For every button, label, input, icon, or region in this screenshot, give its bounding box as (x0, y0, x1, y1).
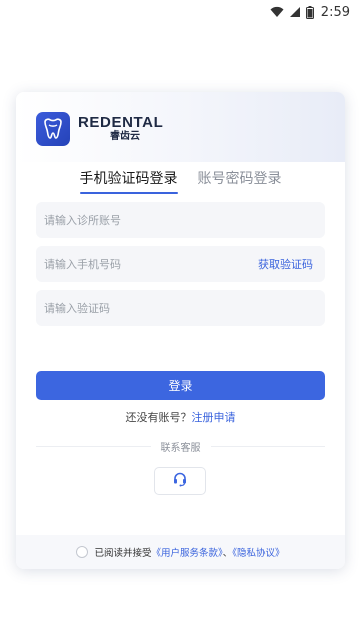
code-input[interactable] (44, 301, 224, 315)
agreement-bar: 已阅读并接受《用户服务条款》、《隐私协议》 (16, 535, 345, 569)
agreement-separator: 、 (222, 548, 233, 559)
battery-icon (305, 5, 314, 19)
login-tabs: 手机验证码登录 账号密码登录 (16, 168, 345, 194)
register-link[interactable]: 注册申请 (192, 411, 236, 424)
tooth-logo-icon (36, 112, 70, 146)
login-button[interactable]: 登录 (36, 371, 325, 400)
headset-icon (172, 471, 188, 491)
agreement-checkbox[interactable] (76, 546, 89, 558)
phone-field[interactable]: 获取验证码 (36, 246, 325, 282)
get-code-button[interactable]: 获取验证码 (258, 256, 313, 272)
phone-input[interactable] (44, 257, 224, 271)
agreement-prefix: 已阅读并接受 (94, 548, 152, 559)
tab-password-login[interactable]: 账号密码登录 (198, 168, 282, 194)
customer-service-divider: 联系客服 (36, 439, 325, 454)
brand-name-cn: 睿齿云 (110, 131, 140, 142)
customer-service-button[interactable] (154, 467, 206, 495)
clinic-account-field[interactable] (36, 202, 325, 238)
customer-service-label: 联系客服 (160, 442, 201, 454)
tab-sms-login[interactable]: 手机验证码登录 (79, 168, 178, 194)
brand-logo: REDENTAL 睿齿云 (36, 112, 163, 146)
terms-link[interactable]: 《用户服务条款》 (151, 548, 222, 559)
status-bar: 2:59 (0, 0, 360, 24)
code-field[interactable] (36, 290, 325, 326)
privacy-link[interactable]: 《隐私协议》 (232, 548, 284, 559)
register-line: 还没有账号？注册申请 (16, 409, 345, 425)
divider-left (36, 445, 151, 447)
login-card: REDENTAL 睿齿云 手机验证码登录 账号密码登录 获取验证码 登录 还没有… (16, 92, 345, 569)
agreement-text: 已阅读并接受《用户服务条款》、《隐私协议》 (94, 545, 284, 559)
clinic-account-input[interactable] (44, 213, 224, 227)
signal-icon (289, 6, 301, 18)
status-time: 2:59 (320, 4, 350, 20)
divider-right (210, 445, 325, 447)
wifi-icon (270, 6, 284, 18)
brand-name-en: REDENTAL (78, 114, 164, 131)
register-prompt: 还没有账号？ (125, 411, 192, 424)
